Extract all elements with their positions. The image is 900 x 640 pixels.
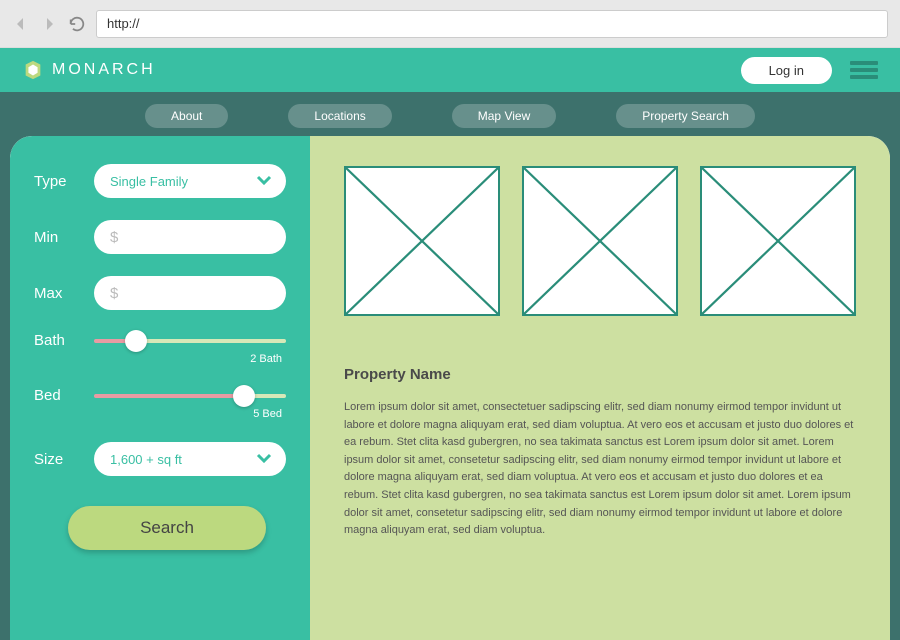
filter-min-row: Min $	[34, 220, 286, 254]
monarch-logo-icon	[22, 59, 44, 81]
min-input[interactable]: $	[94, 220, 286, 254]
url-input[interactable]	[96, 10, 888, 38]
content-area: Property Name Lorem ipsum dolor sit amet…	[310, 136, 890, 640]
menu-icon[interactable]	[850, 58, 878, 82]
logo[interactable]: MONARCH	[22, 59, 156, 81]
filter-sidebar: Type Single Family Min $ Max $ Bath	[10, 136, 310, 640]
browser-chrome	[0, 0, 900, 48]
filter-type-row: Type Single Family	[34, 164, 286, 198]
app-header: MONARCH Log in	[0, 48, 900, 92]
login-button[interactable]: Log in	[741, 57, 832, 84]
filter-bed-row: Bed 5 Bed	[34, 387, 286, 420]
filter-size-row: Size 1,600 + sq ft	[34, 442, 286, 476]
nav-bar: About Locations Map View Property Search	[0, 96, 900, 136]
brand-text: MONARCH	[52, 61, 156, 79]
nav-locations[interactable]: Locations	[288, 104, 391, 128]
max-label: Max	[34, 285, 80, 302]
nav-map-view[interactable]: Map View	[452, 104, 556, 128]
min-placeholder: $	[110, 229, 118, 246]
bath-caption: 2 Bath	[34, 353, 286, 365]
bath-slider-thumb[interactable]	[125, 330, 147, 352]
type-value: Single Family	[110, 174, 188, 189]
type-label: Type	[34, 173, 80, 190]
size-label: Size	[34, 451, 80, 468]
size-select[interactable]: 1,600 + sq ft	[94, 442, 286, 476]
bed-caption: 5 Bed	[34, 408, 286, 420]
nav-property-search[interactable]: Property Search	[616, 104, 755, 128]
max-input[interactable]: $	[94, 276, 286, 310]
forward-button[interactable]	[40, 15, 58, 33]
bath-slider[interactable]	[94, 339, 286, 343]
search-button[interactable]: Search	[68, 506, 266, 550]
back-button[interactable]	[12, 15, 30, 33]
max-placeholder: $	[110, 285, 118, 302]
chevron-down-icon	[256, 172, 272, 190]
property-description: Lorem ipsum dolor sit amet, consectetuer…	[344, 399, 856, 540]
property-title: Property Name	[344, 366, 856, 383]
chevron-down-icon	[256, 450, 272, 468]
min-label: Min	[34, 229, 80, 246]
size-value: 1,600 + sq ft	[110, 452, 182, 467]
image-thumbnails	[344, 166, 856, 316]
bed-label: Bed	[34, 387, 80, 404]
main-panel: Type Single Family Min $ Max $ Bath	[10, 136, 890, 640]
filter-bath-row: Bath 2 Bath	[34, 332, 286, 365]
filter-max-row: Max $	[34, 276, 286, 310]
bed-slider-thumb[interactable]	[233, 385, 255, 407]
nav-about[interactable]: About	[145, 104, 228, 128]
refresh-button[interactable]	[68, 15, 86, 33]
thumbnail-placeholder[interactable]	[700, 166, 856, 316]
thumbnail-placeholder[interactable]	[522, 166, 678, 316]
type-select[interactable]: Single Family	[94, 164, 286, 198]
thumbnail-placeholder[interactable]	[344, 166, 500, 316]
bath-label: Bath	[34, 332, 80, 349]
bed-slider[interactable]	[94, 394, 286, 398]
